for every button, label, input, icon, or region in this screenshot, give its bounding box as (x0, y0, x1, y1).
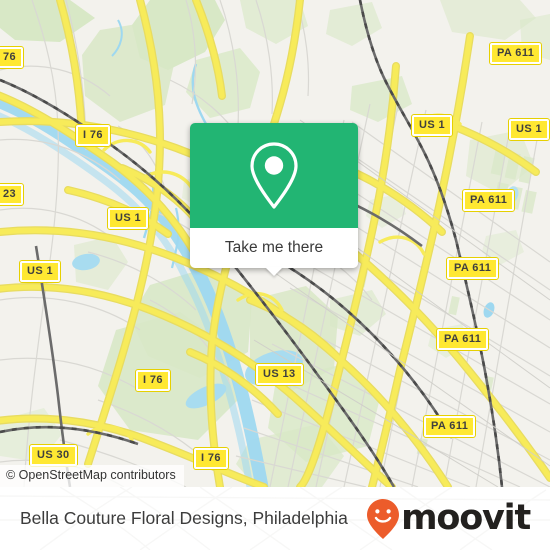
shield-i-76-bottom: I 76 (193, 447, 229, 470)
moovit-wordmark: moovit (401, 498, 531, 538)
shield-i-76-lower: I 76 (135, 369, 171, 392)
destination-callout-card[interactable]: Take me there (190, 123, 358, 276)
callout-card-header (190, 123, 358, 228)
shield-us-1-upper-right: US 1 (410, 114, 454, 137)
shield-pa-23: 23 (0, 183, 25, 206)
shield-pa-611-top: PA 611 (488, 42, 543, 65)
take-me-there-button[interactable]: Take me there (190, 228, 358, 276)
take-me-there-label: Take me there (224, 239, 324, 256)
location-pin-icon (250, 141, 298, 209)
moovit-logo[interactable]: moovit (366, 498, 531, 540)
page-title: Bella Couture Floral Designs, Philadelph… (20, 508, 348, 528)
shield-us-1-far-right: US 1 (507, 118, 550, 141)
shield-i-76-topleft: 76 (0, 46, 25, 69)
map-attribution: © OpenStreetMap contributors (0, 465, 184, 487)
shield-us-30: US 30 (29, 444, 78, 467)
shield-pa-611-bottom: PA 611 (422, 415, 477, 438)
shield-i-76-upper: I 76 (75, 124, 111, 147)
shield-us-1-left: US 1 (18, 260, 62, 283)
shield-us-1-mid: US 1 (106, 207, 150, 230)
moovit-smiley-pin-icon (367, 498, 400, 539)
moovit-map-page: 76 I 76 23 US 1 US 1 I 76 US 13 US 30 I 76 PA 611… (0, 0, 550, 550)
shield-pa-611-third: PA 611 (445, 257, 500, 280)
callout-pointer-tail (265, 267, 283, 276)
page-footer: Bella Couture Floral Designs, Philadelph… (0, 487, 550, 550)
shield-pa-611-second: PA 611 (461, 189, 516, 212)
shield-us-13: US 13 (255, 363, 304, 386)
shield-pa-611-fourth: PA 611 (435, 328, 490, 351)
